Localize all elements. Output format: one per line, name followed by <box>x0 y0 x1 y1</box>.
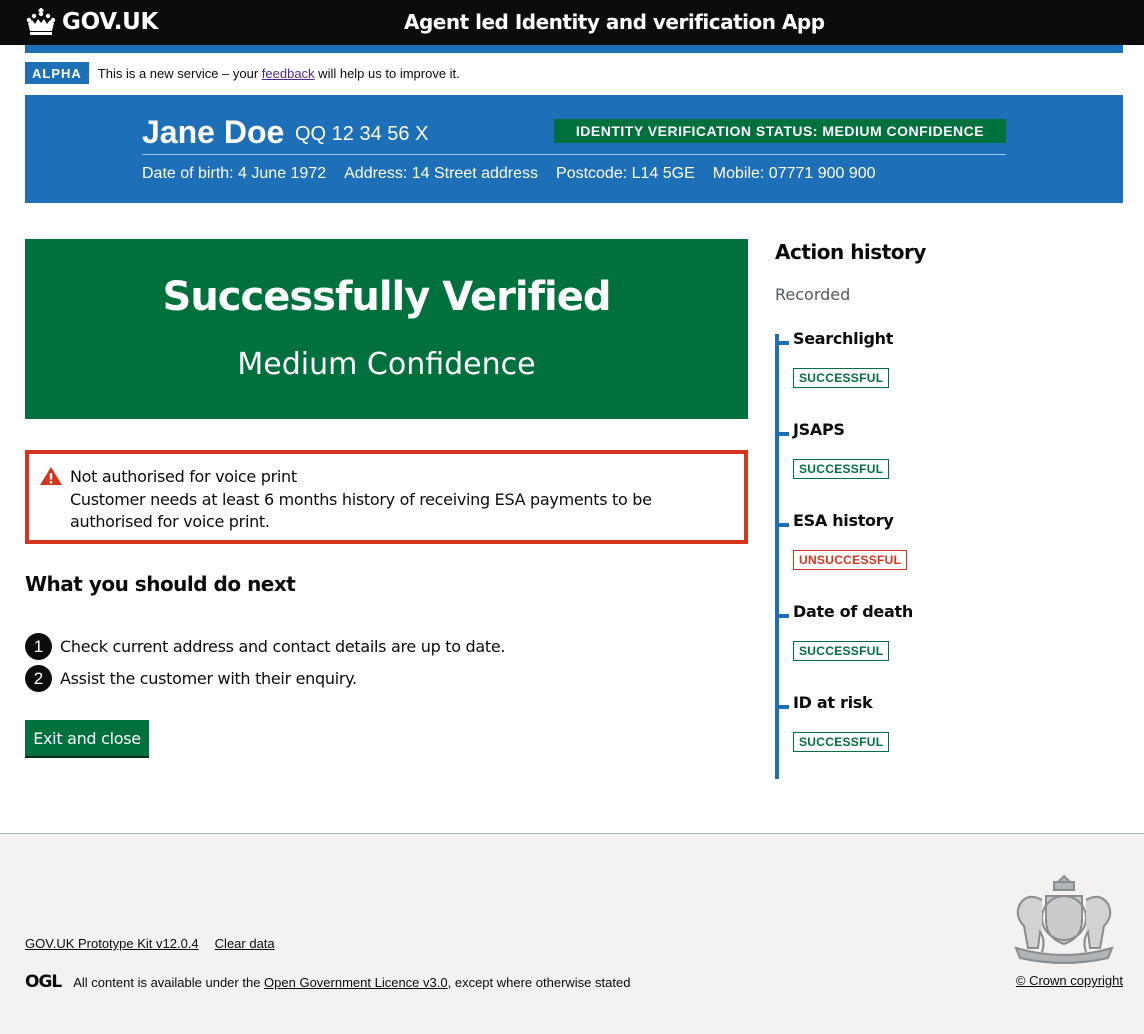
licence-text-before: All content is available under the <box>73 974 265 990</box>
prototype-kit-link[interactable]: GOV.UK Prototype Kit v12.0.4 <box>25 936 199 951</box>
licence-link[interactable]: Open Government Licence v3.0 <box>264 975 448 990</box>
crown-copyright-link[interactable]: © Crown copyright <box>1016 973 1123 988</box>
service-name[interactable]: Agent led Identity and verification App <box>404 10 825 34</box>
govuk-header: GOV.UK Agent led Identity and verificati… <box>0 0 1144 45</box>
customer-divider <box>142 154 1006 155</box>
timeline-item-name: Searchlight <box>793 329 894 348</box>
phase-text-before: This is a new service – your <box>97 65 262 81</box>
header-blue-strip <box>25 45 1123 53</box>
timeline-item-name: Date of death <box>793 602 913 621</box>
royal-coat-of-arms-icon <box>1014 874 1114 964</box>
timeline-status-tag: SUCCESSFUL <box>793 732 890 752</box>
timeline-tick <box>775 614 789 618</box>
next-steps-heading: What you should do next <box>25 572 296 596</box>
timeline-status-tag: UNSUCCESSFUL <box>793 550 908 570</box>
warning-text: Not authorised for voice print Customer … <box>70 466 735 534</box>
customer-nino: QQ 12 34 56 X <box>295 123 429 145</box>
step-item: 2 Assist the customer with their enquiry… <box>25 662 505 694</box>
result-title: Successfully Verified <box>162 274 612 320</box>
customer-name: Jane Doe <box>142 114 285 150</box>
timeline-item-name: JSAPS <box>793 420 845 439</box>
timeline-status-tag: SUCCESSFUL <box>793 641 890 661</box>
crown-icon <box>26 8 56 35</box>
ogl-logo-icon: OGL <box>25 972 62 992</box>
step-number: 1 <box>25 632 52 660</box>
result-panel: Successfully Verified Medium Confidence <box>25 239 748 419</box>
customer-mobile: Mobile: 07771 900 900 <box>712 165 876 182</box>
timeline-status-tag: SUCCESSFUL <box>793 459 890 479</box>
timeline-item-name: ESA history <box>793 511 894 530</box>
warning-icon <box>40 467 62 485</box>
govuk-logo-link[interactable]: GOV.UK <box>25 7 158 37</box>
warning-title: Not authorised for voice print <box>70 467 297 486</box>
warning-body: Customer needs at least 6 months history… <box>70 489 652 532</box>
logo-text: GOV.UK <box>62 9 159 35</box>
voice-print-warning: Not authorised for voice print Customer … <box>25 450 748 544</box>
customer-banner: Jane Doe QQ 12 34 56 X IDENTITY VERIFICA… <box>25 95 1123 203</box>
timeline-status-tag: SUCCESSFUL <box>793 368 890 388</box>
phase-text: This is a new service – your feedback wi… <box>98 66 460 81</box>
next-steps-list: 1 Check current address and contact deta… <box>25 630 505 694</box>
feedback-link[interactable]: feedback <box>262 66 315 81</box>
step-text: Check current address and contact detail… <box>60 636 506 656</box>
customer-dob: Date of birth: 4 June 1972 <box>142 165 327 182</box>
step-item: 1 Check current address and contact deta… <box>25 630 505 662</box>
phase-tag: ALPHA <box>25 62 89 84</box>
customer-address: Address: 14 Street address <box>344 165 539 182</box>
timeline-tick <box>775 432 789 436</box>
footer: GOV.UK Prototype Kit v12.0.4 Clear data … <box>0 833 1144 1034</box>
clear-data-link[interactable]: Clear data <box>215 936 275 951</box>
timeline-tick <box>775 523 789 527</box>
phase-text-after: will help us to improve it. <box>314 65 460 81</box>
step-text: Assist the customer with their enquiry. <box>60 668 357 688</box>
licence: OGL All content is available under the O… <box>25 972 630 992</box>
timeline-tick <box>775 705 789 709</box>
footer-links: GOV.UK Prototype Kit v12.0.4 Clear data <box>25 936 291 951</box>
timeline-line <box>775 334 779 779</box>
result-subtitle: Medium Confidence <box>237 347 536 382</box>
phase-banner: ALPHA This is a new service – your feedb… <box>25 62 460 84</box>
exit-and-close-button[interactable]: Exit and close <box>25 720 149 756</box>
step-number: 2 <box>25 664 52 692</box>
licence-text-after: , except where otherwise stated <box>447 974 631 990</box>
timeline-tick <box>775 341 789 345</box>
customer-postcode: Postcode: L14 5GE <box>556 165 695 182</box>
customer-details: Date of birth: 4 June 1972 Address: 14 S… <box>142 165 894 183</box>
timeline-item-name: ID at risk <box>793 693 873 712</box>
action-history-recorded: Recorded <box>775 285 851 304</box>
verification-status-badge: IDENTITY VERIFICATION STATUS: MEDIUM CON… <box>554 119 1006 143</box>
action-history-title: Action history <box>775 240 926 264</box>
licence-text: All content is available under the Open … <box>73 975 630 990</box>
